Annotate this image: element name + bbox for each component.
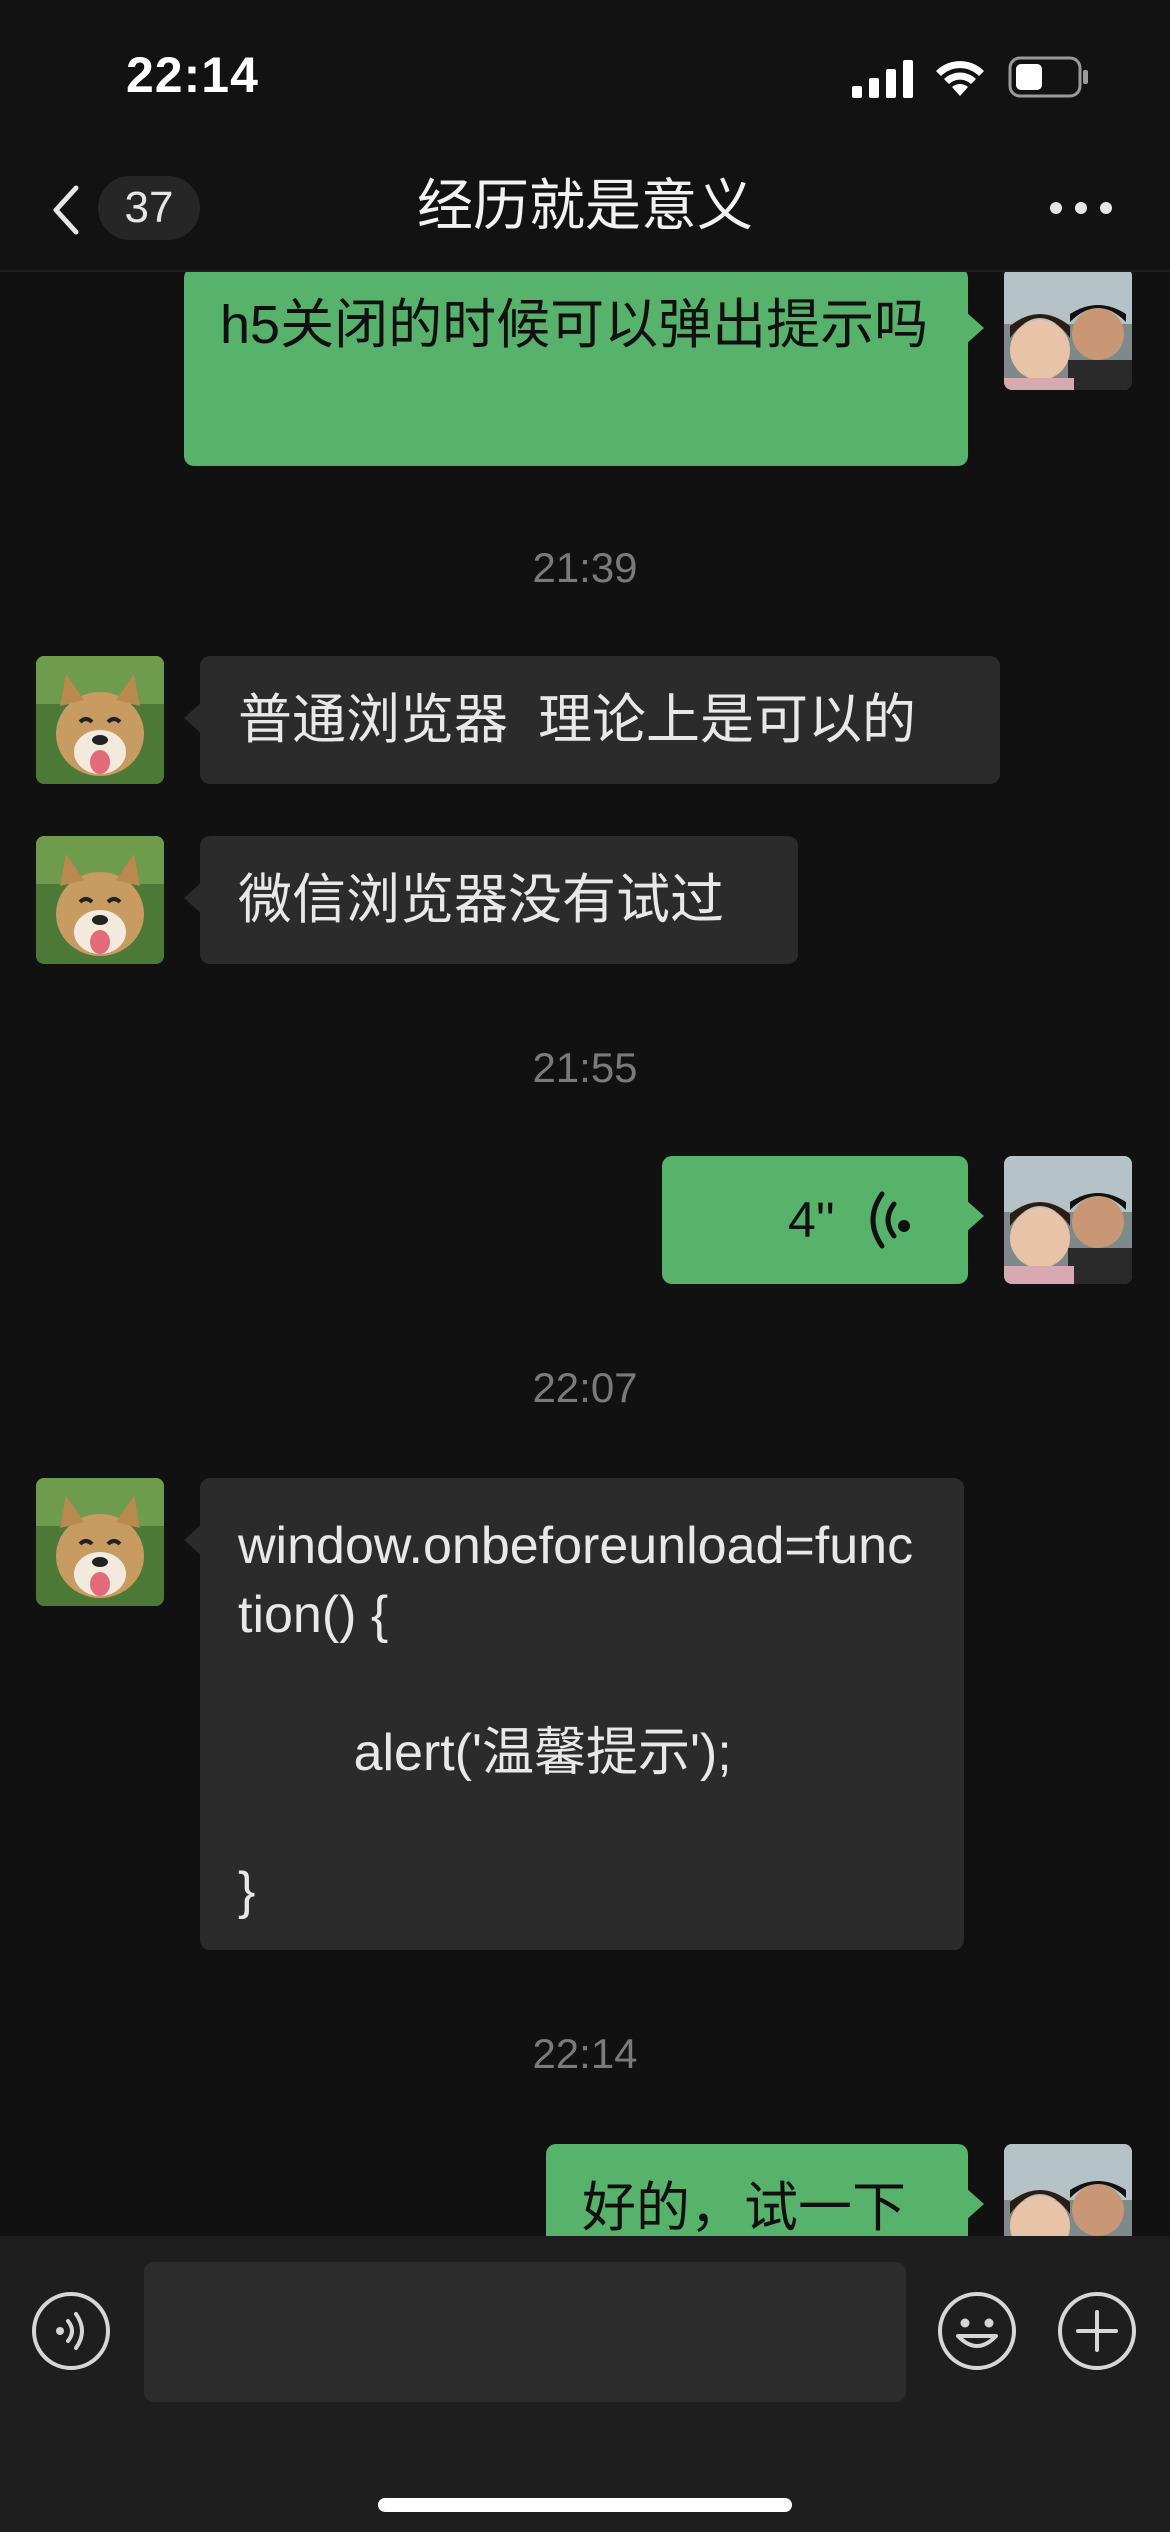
status-bar: 22:14: [0, 0, 1170, 150]
contact-avatar-photo: [36, 1478, 164, 1606]
contact-avatar-photo: [36, 836, 164, 964]
chat-area[interactable]: h5关闭的时候可以弹出提示吗 21:39 普通浏览器 理论上是可以的 微信浏览器…: [0, 272, 1170, 2236]
voice-message-bubble[interactable]: 4'': [662, 1156, 984, 1284]
my-avatar[interactable]: [1004, 1156, 1132, 1284]
code-message-text: window.onbeforeunload=function() { alert…: [238, 1517, 914, 1920]
timestamp: 21:39: [532, 544, 638, 591]
contact-avatar[interactable]: [36, 1478, 164, 1606]
back-button[interactable]: 37: [40, 172, 200, 244]
wifi-icon: [936, 61, 984, 96]
emoji-icon[interactable]: [936, 2290, 1018, 2372]
my-avatar[interactable]: [1004, 2144, 1132, 2236]
contact-avatar[interactable]: [36, 656, 164, 784]
plus-icon[interactable]: [1056, 2290, 1138, 2372]
message-text: 普通浏览器 理论上是可以的: [238, 690, 917, 750]
home-indicator: [378, 2498, 792, 2512]
message-bubble-sent[interactable]: h5关闭的时候可以弹出提示吗: [184, 272, 984, 466]
message-bubble-received[interactable]: 普通浏览器 理论上是可以的: [184, 656, 1000, 784]
timestamp: 22:07: [532, 1364, 638, 1411]
my-avatar[interactable]: [1004, 272, 1132, 390]
my-avatar-photo: [1004, 1156, 1132, 1284]
nav-bar: 37 经历就是意义: [0, 150, 1170, 272]
voice-mode-icon[interactable]: [30, 2290, 112, 2372]
unread-count-badge: 37: [98, 176, 200, 240]
contact-avatar-photo: [36, 656, 164, 784]
my-avatar-photo: [1004, 2144, 1132, 2236]
message-text: 好的，试一下: [582, 2178, 906, 2236]
back-chevron-icon: [53, 185, 79, 235]
message-bubble-received[interactable]: window.onbeforeunload=function() { alert…: [184, 1478, 964, 1950]
timestamp: 22:14: [532, 2030, 638, 2077]
voice-wave-icon: [870, 1191, 911, 1249]
message-bubble-sent[interactable]: 好的，试一下: [546, 2144, 984, 2236]
message-bubble-received[interactable]: 微信浏览器没有试过: [184, 836, 798, 964]
message-text: 微信浏览器没有试过: [238, 870, 724, 930]
input-bar: [0, 2236, 1170, 2532]
timestamp: 21:55: [532, 1044, 638, 1091]
message-text: h5关闭的时候可以弹出提示吗: [220, 295, 929, 355]
signal-icon: [852, 60, 913, 98]
contact-avatar[interactable]: [36, 836, 164, 964]
status-time: 22:14: [126, 47, 259, 103]
voice-duration: 4'': [788, 1192, 835, 1248]
battery-icon: [1008, 56, 1088, 98]
more-icon[interactable]: [1046, 190, 1116, 226]
my-avatar-photo: [1004, 272, 1132, 390]
message-input[interactable]: [144, 2262, 906, 2402]
chat-title: 经历就是意义: [417, 174, 753, 237]
